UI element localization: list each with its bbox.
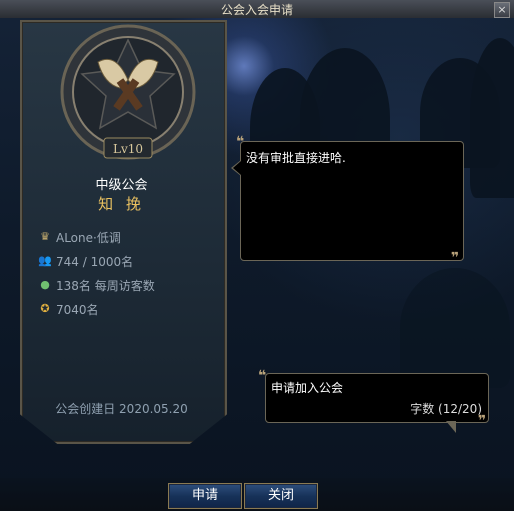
application-message-box[interactable]: 申请加入公会 字数 (12/20) (265, 373, 489, 423)
close-icon[interactable]: × (494, 2, 510, 18)
title-bar: 公会入会申请 × (0, 0, 514, 19)
guild-type: 中级公会 (95, 178, 148, 193)
close-quote-icon-2: ❞ (478, 413, 487, 429)
guild-members: 744 / 1000名 (56, 254, 134, 269)
visitors-row: ● 138名 每周访客数 (38, 276, 155, 294)
crown-icon: ♛ (40, 230, 50, 243)
points-row: ✪ 7040名 (38, 300, 99, 318)
members-icon: 👥 (38, 254, 52, 267)
guild-leader: ALone·低调 (56, 230, 121, 245)
close-quote-icon: ❞ (451, 250, 460, 266)
char-count: 字数 (12/20) (410, 402, 482, 416)
guild-notice-text: 没有审批直接进哈. (246, 151, 346, 165)
open-quote-icon: ❝ (236, 134, 245, 150)
bubble-tail-2 (446, 421, 456, 433)
guild-notice-bubble: 没有审批直接进哈. (240, 141, 464, 261)
apply-button[interactable]: 申请 (168, 483, 242, 509)
window-title: 公会入会申请 (220, 3, 293, 17)
application-message-input[interactable]: 申请加入公会 (271, 379, 343, 396)
bubble-tail-inner (233, 161, 241, 175)
medal-icon: ✪ (40, 302, 50, 315)
leader-row: ♛ ALone·低调 (38, 228, 121, 246)
weekly-visitors: 138名 每周访客数 (56, 278, 155, 293)
members-row: 👥 744 / 1000名 (38, 252, 133, 270)
close-button[interactable]: 关闭 (244, 483, 318, 509)
open-quote-icon-2: ❝ (258, 368, 267, 384)
guild-emblem: Lv10 (60, 24, 196, 160)
guild-level: Lv10 (113, 142, 143, 156)
founded-date: 公会创建日 2020.05.20 (55, 402, 188, 416)
visitor-icon: ● (40, 278, 50, 291)
guild-name: 知 挽 (98, 195, 145, 213)
guild-points: 7040名 (56, 302, 99, 317)
